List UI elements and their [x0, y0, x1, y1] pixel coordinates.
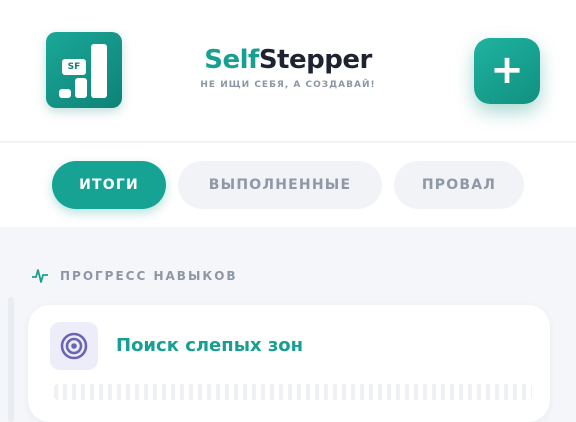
- logo-bar-1: [59, 89, 71, 98]
- app-header: SF SelfStepper НЕ ИЩИ СЕБЯ, А СОЗДАВАЙ! …: [0, 0, 576, 142]
- tab-failed[interactable]: ПРОВАЛ: [394, 161, 524, 209]
- main-content: ПРОГРЕСС НАВЫКОВ Поиск слепых зон: [0, 227, 576, 422]
- target-icon: [60, 332, 88, 360]
- side-rail: [8, 297, 14, 422]
- app-tagline: НЕ ИЩИ СЕБЯ, А СОЗДАВАЙ!: [200, 80, 376, 90]
- tab-summary[interactable]: ИТОГИ: [52, 161, 166, 209]
- app-logo: SF: [46, 32, 122, 108]
- skill-progress-track: [54, 384, 532, 400]
- app-title-part-2: Stepper: [258, 45, 372, 75]
- plus-icon: +: [490, 47, 524, 93]
- skill-name: Поиск слепых зон: [116, 335, 304, 356]
- app-title-part-1: Self: [204, 45, 259, 75]
- tab-completed[interactable]: ВЫПОЛНЕННЫЕ: [178, 161, 382, 209]
- logo-bar-3: [91, 44, 107, 98]
- logo-bar-2: [75, 78, 87, 98]
- skill-icon-tile: [50, 322, 98, 370]
- add-button[interactable]: +: [474, 38, 540, 104]
- brand-block: SelfStepper НЕ ИЩИ СЕБЯ, А СОЗДАВАЙ!: [160, 44, 416, 90]
- tab-bar: ИТОГИ ВЫПОЛНЕННЫЕ ПРОВАЛ: [0, 143, 576, 227]
- section-title: ПРОГРЕСС НАВЫКОВ: [60, 269, 238, 283]
- logo-text: SF: [62, 59, 86, 75]
- skill-card[interactable]: Поиск слепых зон: [28, 305, 550, 422]
- pulse-icon: [32, 269, 48, 283]
- app-title: SelfStepper: [160, 44, 416, 76]
